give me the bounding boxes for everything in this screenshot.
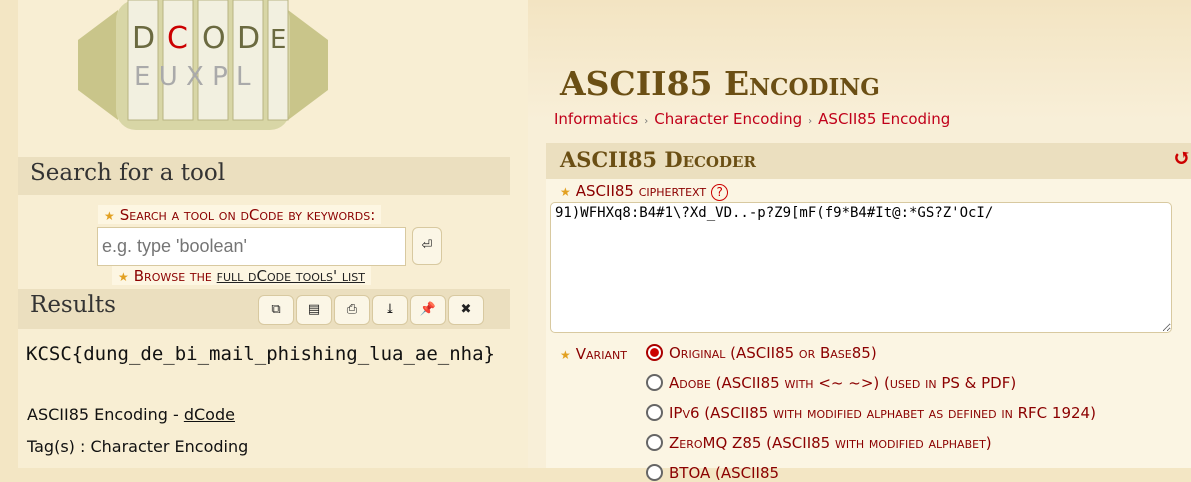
ciphertext-input[interactable]: 91)WFHXq8:B4#1\?Xd_VD..-p?Z9[mF(f9*B4#It… — [550, 202, 1172, 333]
download-icon: ⤓ — [384, 302, 396, 317]
close-button[interactable]: ✖ — [448, 295, 484, 325]
variant-label-text: IPv6 (ASCII85 with modified alphabet as … — [669, 404, 1096, 422]
page-title: ASCII85 Encoding — [560, 64, 880, 103]
variant-label-text: Adobe (ASCII85 with <~ ~>) (used in PS &… — [669, 374, 1017, 392]
main-content: ASCII85 Encoding Informatics › Character E… — [528, 0, 1191, 482]
copy-icon: ⧉ — [271, 302, 281, 317]
search-input[interactable] — [97, 227, 406, 266]
variant-option[interactable]: IPv6 (ASCII85 with modified alphabet as … — [646, 404, 1096, 422]
scroll-icon: ▤ — [307, 302, 321, 317]
star-icon: ★ — [104, 209, 115, 223]
copy-button[interactable]: ⧉ — [258, 295, 294, 325]
decoder-panel: ASCII85 Decoder ↺ ★ ASCII85 ciphertext ? 9… — [546, 143, 1191, 482]
dcode-link[interactable]: dCode — [184, 405, 235, 424]
svg-text:O: O — [202, 21, 226, 56]
print-button[interactable]: ⎙ — [334, 295, 370, 325]
dcode-logo[interactable]: D C O D E E U X P L — [78, 0, 328, 150]
radio-button[interactable] — [646, 464, 663, 481]
search-heading: Search for a tool — [18, 157, 510, 195]
variant-label-text: BTOA (ASCII85 — [669, 464, 780, 482]
close-icon: ✖ — [460, 302, 472, 317]
variant-option[interactable]: BTOA (ASCII85 — [646, 464, 779, 482]
print-icon: ⎙ — [346, 302, 358, 317]
svg-text:C: C — [167, 21, 188, 56]
download-button[interactable]: ⤓ — [372, 295, 408, 325]
breadcrumb-ascii85[interactable]: ASCII85 Encoding — [818, 110, 950, 128]
breadcrumb: Informatics › Character Encoding › ASCII85 E… — [554, 110, 951, 128]
star-icon: ★ — [118, 270, 129, 284]
search-submit-button[interactable]: ⏎ — [412, 227, 442, 265]
svg-text:E U X P L: E U X P L — [134, 62, 251, 92]
pin-icon: 📌 — [419, 302, 437, 317]
radio-button[interactable] — [646, 434, 663, 451]
svg-text:E: E — [270, 25, 286, 55]
ciphertext-label: ★ ASCII85 ciphertext ? — [560, 181, 729, 201]
breadcrumb-informatics[interactable]: Informatics — [554, 110, 638, 128]
search-label: ★ Search a tool on dCode by keywords: — [98, 205, 382, 224]
result-source: ASCII85 Encoding - dCode — [27, 405, 235, 424]
radio-button[interactable] — [646, 344, 663, 361]
full-list-link[interactable]: full dCode tools' list — [217, 267, 365, 285]
star-icon: ★ — [560, 185, 571, 199]
results-toolbar: ⧉ ▤ ⎙ ⤓ 📌 ✖ — [256, 293, 484, 325]
scroll-button[interactable]: ▤ — [296, 295, 332, 325]
results-heading: Results — [30, 292, 116, 318]
variant-option[interactable]: ZeroMQ Z85 (ASCII85 with modified alphab… — [646, 434, 992, 452]
svg-text:D: D — [237, 21, 260, 56]
radio-button[interactable] — [646, 374, 663, 391]
reset-icon[interactable]: ↺ — [1173, 145, 1191, 171]
variant-label-text: Original (ASCII85 or Base85) — [669, 344, 877, 362]
pin-button[interactable]: 📌 — [410, 295, 446, 325]
decoder-header: ASCII85 Decoder ↺ — [546, 143, 1191, 179]
radio-button[interactable] — [646, 404, 663, 421]
help-icon[interactable]: ? — [711, 184, 729, 201]
browse-link[interactable]: ★ Browse the full dCode tools' list — [112, 266, 371, 285]
star-icon: ★ — [560, 348, 571, 362]
result-tags: Tag(s) : Character Encoding — [27, 437, 249, 456]
decoder-heading: ASCII85 Decoder — [560, 147, 756, 172]
variant-label: ★ Variant — [560, 345, 627, 363]
variant-option[interactable]: Adobe (ASCII85 with <~ ~>) (used in PS &… — [646, 374, 1016, 392]
variant-option[interactable]: Original (ASCII85 or Base85) — [646, 344, 877, 362]
variant-label-text: ZeroMQ Z85 (ASCII85 with modified alphab… — [669, 434, 992, 452]
results-header: Results ⧉ ▤ ⎙ ⤓ 📌 ✖ — [18, 289, 510, 329]
breadcrumb-character-encoding[interactable]: Character Encoding — [654, 110, 802, 128]
result-output[interactable]: KCSC{dung_de_bi_mail_phishing_lua_ae_nha… — [26, 340, 516, 368]
left-sidebar: D C O D E E U X P L Search for a tool ★ S… — [18, 0, 528, 468]
svg-text:D: D — [132, 21, 155, 56]
